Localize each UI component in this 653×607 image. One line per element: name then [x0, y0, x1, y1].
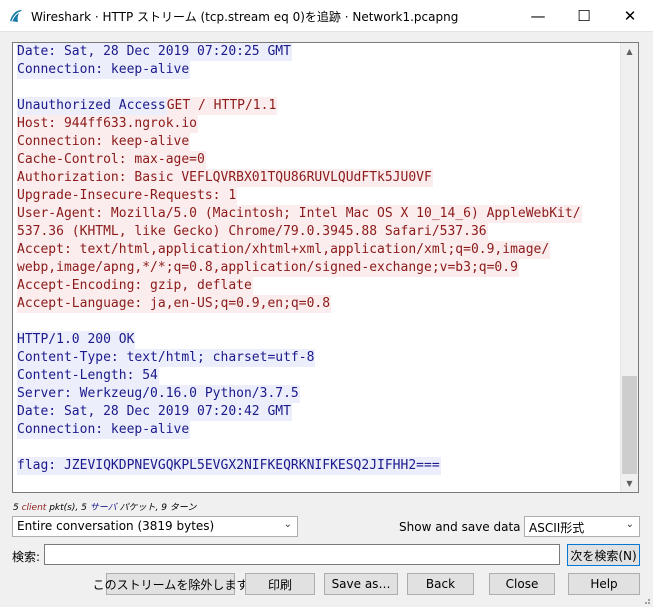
back-button[interactable]: Back	[407, 573, 474, 595]
stream-text-area[interactable]: Date: Sat, 28 Dec 2019 07:20:25 GMT Conne…	[12, 42, 639, 493]
stream-line-text: Host: 944ff633.ngrok.io	[17, 115, 199, 133]
stream-line-text: Authorization: Basic VEFLQVRBX01TQU86RUV…	[17, 169, 433, 187]
stream-line-server: Server: Werkzeug/0.16.0 Python/3.7.5	[17, 385, 619, 403]
stream-line-client: Connection: keep-alive	[17, 133, 619, 151]
find-input[interactable]	[44, 544, 560, 565]
stream-line-text: User-Agent: Mozilla/5.0 (Macintosh; Inte…	[17, 205, 582, 223]
stream-line-text: Connection: keep-alive	[17, 133, 191, 151]
resize-grip-icon[interactable]	[641, 595, 651, 605]
find-next-button[interactable]: 次を検索(N)	[567, 544, 640, 566]
scroll-down-arrow-icon[interactable]: ▼	[621, 475, 638, 492]
find-label: 検索:	[12, 550, 41, 564]
stream-line-text: Content-Length: 54	[17, 367, 159, 385]
summary-pkts-text: pkt(s), 5	[46, 503, 90, 513]
filter-out-stream-button[interactable]: このストリームを除外します	[93, 573, 248, 595]
summary-client-word: client	[21, 503, 47, 513]
stream-line-text: Accept: text/html,application/xhtml+xml,…	[17, 241, 551, 259]
stream-line-client: Cache-Control: max-age=0	[17, 151, 619, 169]
stream-line-text: Unauthorized Access	[17, 97, 167, 115]
stream-line-text: Accept-Language: ja,en-US;q=0.9,en;q=0.8	[17, 295, 332, 313]
format-select-value: ASCII形式	[529, 521, 585, 535]
stream-line-text: 537.36 (KHTML, like Gecko) Chrome/79.0.3…	[17, 223, 488, 241]
stream-line-text: Cache-Control: max-age=0	[17, 151, 206, 169]
vertical-scrollbar[interactable]: ▲ ▼	[620, 43, 638, 492]
stream-line-client: Host: 944ff633.ngrok.io	[17, 115, 619, 133]
minimize-button[interactable]: —	[515, 0, 561, 31]
stream-blank-line	[17, 79, 619, 97]
stream-line-client: Accept-Encoding: gzip, deflate	[17, 277, 619, 295]
conversation-select-value: Entire conversation (3819 bytes)	[17, 519, 215, 533]
format-label: Show and save data as	[399, 520, 538, 534]
maximize-icon: ☐	[577, 6, 591, 25]
stream-summary: 5 client pkt(s), 5 サーバ パケット, 9 ターン	[13, 500, 196, 513]
close-button[interactable]: Close	[489, 573, 555, 595]
stream-line-server: Content-Length: 54	[17, 367, 619, 385]
print-button[interactable]: 印刷	[245, 573, 315, 595]
summary-tail-text: パケット, 9 ターン	[116, 503, 197, 513]
summary-client-count: 5	[13, 503, 19, 513]
stream-line-client: Accept: text/html,application/xhtml+xml,…	[17, 241, 619, 259]
stream-line-client: Authorization: Basic VEFLQVRBX01TQU86RUV…	[17, 169, 619, 187]
stream-line-text: Connection: keep-alive	[17, 421, 191, 439]
chevron-down-icon: ⌄	[625, 519, 634, 530]
stream-line-server: Content-Type: text/html; charset=utf-8	[17, 349, 619, 367]
stream-line-text: Content-Type: text/html; charset=utf-8	[17, 349, 316, 367]
stream-line-server: Date: Sat, 28 Dec 2019 07:20:25 GMT	[17, 43, 619, 61]
stream-line-text: flag: JZEVIQKDPNEVGQKPL5EVGX2NIFKEQRKNIF…	[17, 457, 441, 475]
save-as-button[interactable]: Save as…	[324, 573, 398, 595]
stream-line-text: Accept-Encoding: gzip, deflate	[17, 277, 253, 295]
close-icon: ✕	[623, 6, 637, 25]
window-title: Wireshark · HTTP ストリーム (tcp.stream eq 0)…	[31, 10, 459, 24]
stream-line-text: Date: Sat, 28 Dec 2019 07:20:25 GMT	[17, 43, 292, 61]
stream-line-text: Connection: keep-alive	[17, 61, 191, 79]
stream-line-text: Date: Sat, 28 Dec 2019 07:20:42 GMT	[17, 403, 292, 421]
stream-line-server: Connection: keep-alive	[17, 61, 619, 79]
stream-line-client: Upgrade-Insecure-Requests: 1	[17, 187, 619, 205]
summary-server-word: サーバ	[89, 503, 117, 513]
stream-line-client: webp,image/apng,*/*;q=0.8,application/si…	[17, 259, 619, 277]
stream-blank-line	[17, 439, 619, 457]
minimize-icon: —	[530, 6, 546, 25]
stream-line-text: webp,image/apng,*/*;q=0.8,application/si…	[17, 259, 519, 277]
stream-line-server: Unauthorized AccessGET / HTTP/1.1	[17, 97, 619, 115]
maximize-button[interactable]: ☐	[561, 0, 607, 31]
help-button[interactable]: Help	[568, 573, 640, 595]
stream-line-text: HTTP/1.0 200 OK	[17, 331, 136, 349]
stream-line-server: HTTP/1.0 200 OK	[17, 331, 619, 349]
stream-line-client: 537.36 (KHTML, like Gecko) Chrome/79.0.3…	[17, 223, 619, 241]
chevron-down-icon: ⌄	[283, 519, 292, 530]
stream-line-client: Accept-Language: ja,en-US;q=0.9,en;q=0.8	[17, 295, 619, 313]
stream-line-text: Server: Werkzeug/0.16.0 Python/3.7.5	[17, 385, 300, 403]
stream-blank-line	[17, 313, 619, 331]
stream-line-server: Date: Sat, 28 Dec 2019 07:20:42 GMT	[17, 403, 619, 421]
scroll-up-arrow-icon[interactable]: ▲	[621, 43, 638, 60]
stream-line-text: Upgrade-Insecure-Requests: 1	[17, 187, 238, 205]
scrollbar-thumb[interactable]	[622, 376, 637, 474]
wireshark-fin-icon	[10, 10, 22, 22]
close-window-button[interactable]: ✕	[607, 0, 653, 31]
format-select[interactable]: ASCII形式 ⌄	[524, 516, 640, 537]
title-bar: Wireshark · HTTP ストリーム (tcp.stream eq 0)…	[0, 0, 653, 32]
stream-line-text: GET / HTTP/1.1	[166, 97, 278, 115]
stream-content: Date: Sat, 28 Dec 2019 07:20:25 GMT Conne…	[17, 43, 619, 475]
stream-line-server: Connection: keep-alive	[17, 421, 619, 439]
stream-line-client: User-Agent: Mozilla/5.0 (Macintosh; Inte…	[17, 205, 619, 223]
conversation-select[interactable]: Entire conversation (3819 bytes) ⌄	[12, 516, 298, 537]
stream-line-server: flag: JZEVIQKDPNEVGQKPL5EVGX2NIFKEQRKNIF…	[17, 457, 619, 475]
